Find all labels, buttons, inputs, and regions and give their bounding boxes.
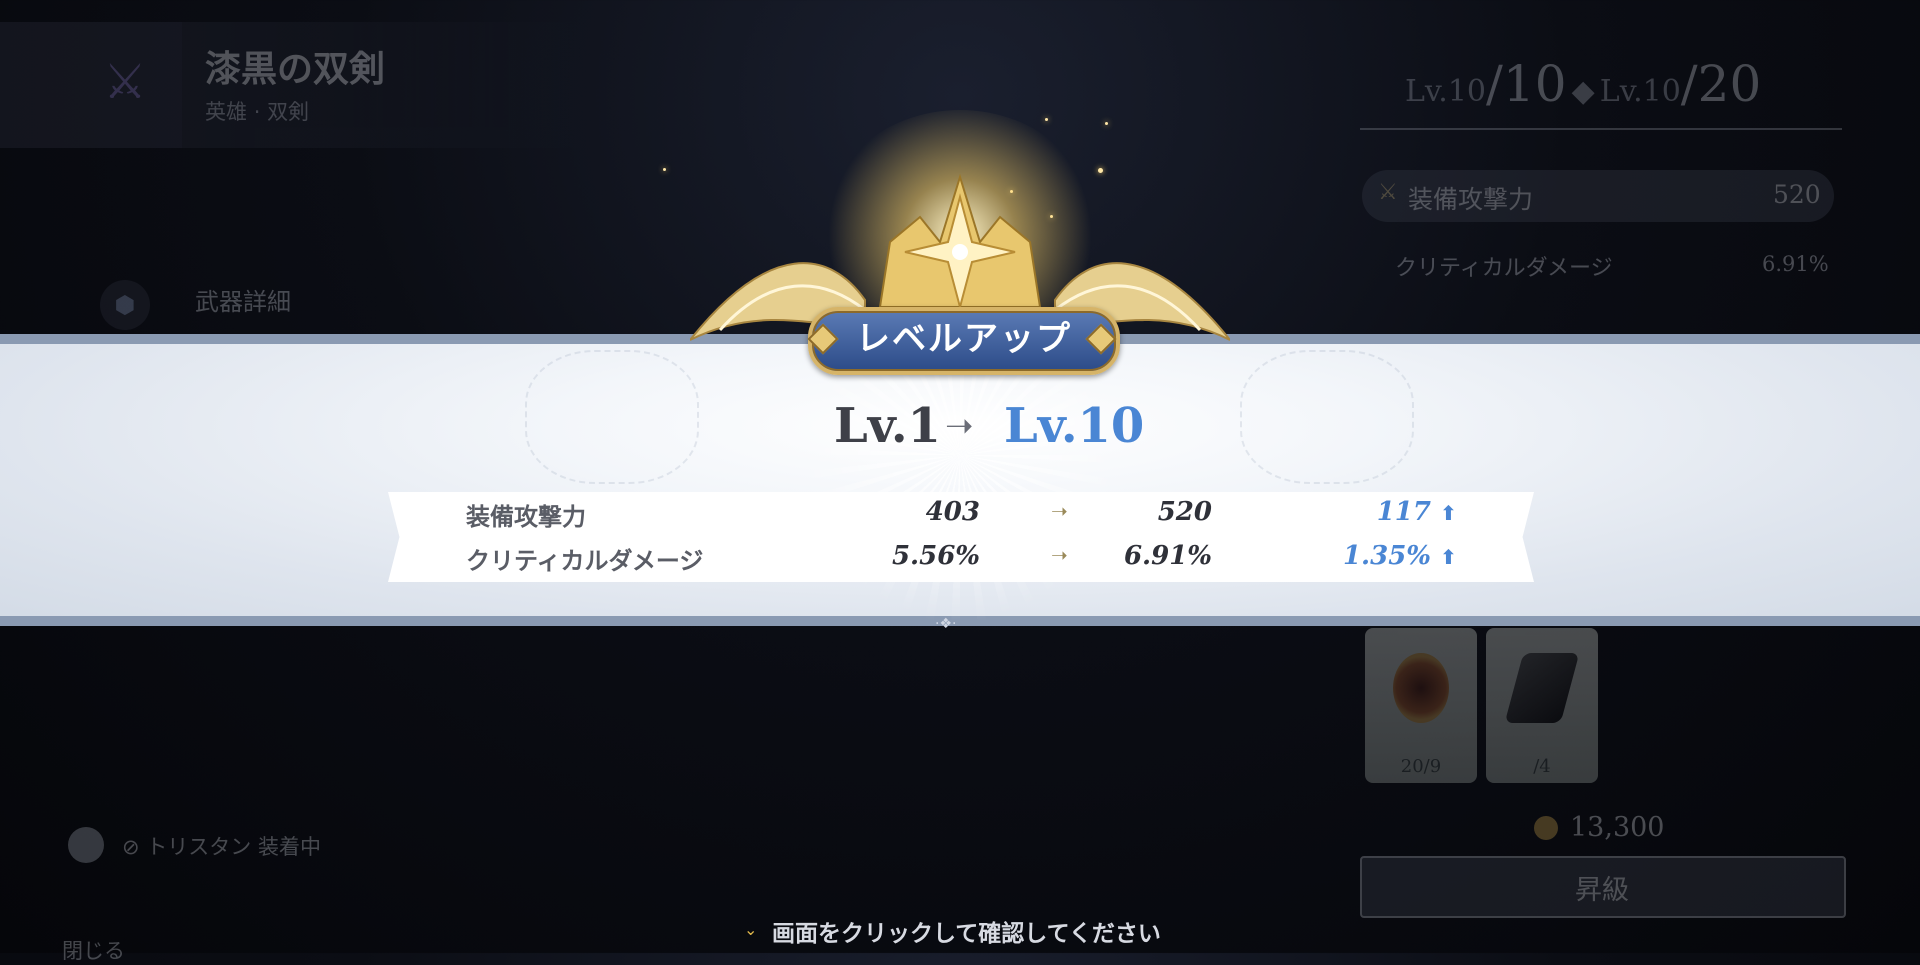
click-to-confirm-hint[interactable]: 画面をクリックして確認してください [772,914,1161,948]
weapon-name: 漆黒の双剣 [205,49,386,90]
up-arrow-icon: ⬆ [1440,545,1457,569]
stat-old-value: 403 [925,497,980,527]
angel-watermark [525,350,699,484]
sword-icon: ⚔ [1378,180,1398,205]
arrow-right-icon: ➝ [1051,499,1068,523]
ingot-icon [1504,653,1580,723]
previous-level: Lv.1 [834,398,941,454]
stat-increase: 1.35% [1342,541,1431,571]
sub-stat-label: クリティカルダメージ [1395,256,1613,281]
new-level: Lv.10 [1004,398,1145,454]
chevron-down-icon: ⌄ [744,920,758,939]
current-level-cap: /10 [1486,55,1567,113]
weapon-rarity: 英雄 [205,100,247,124]
stat-row-crit-damage: クリティカルダメージ 5.56% ➝ 6.91% 1.35% ⬆ [0,541,1920,581]
arrow-right-icon: ➝ [945,406,974,446]
arrow-right-icon: ➝ [1051,543,1068,567]
upgrade-button-label: 昇級 [1575,875,1629,906]
stat-new-value: 520 [1157,497,1212,527]
level-separator: ◆ [1571,74,1595,109]
weapon-detail-button[interactable]: 武器詳細 [195,282,291,317]
weapon-type-separator: · [253,100,261,124]
angel-watermark [1240,350,1414,484]
main-stat-label: 装備攻撃力 [1408,185,1534,214]
stat-old-value: 5.56% [891,541,980,571]
stat-label: クリティカルダメージ [466,547,704,575]
max-level-small: Lv.10 [1599,74,1681,109]
eye-gem-icon [1393,653,1449,723]
main-stat-value: 520 [1773,180,1821,209]
gold-amount: 13,300 [1570,812,1665,843]
stat-label: 装備攻撃力 [466,503,586,531]
material-count: 20/9 [1400,756,1442,777]
star-crown-icon [878,173,1042,311]
weapon-category: 双剣 [267,100,310,124]
stat-increase: 117 [1376,497,1431,527]
ornament-icon: ·❖· [935,616,957,632]
divider [1360,128,1842,130]
level-display: Lv.10/10 ◆ Lv.10/20 [1405,55,1761,113]
stat-new-value: 6.91% [1123,541,1212,571]
max-level-cap: /20 [1680,55,1762,113]
level-up-title: レベルアップ [856,319,1072,359]
weapon-type: 英雄 · 双剣 [205,96,309,126]
sub-stat-value: 6.91% [1762,252,1829,276]
coin-icon [1534,816,1558,840]
current-level-small: Lv.10 [1405,74,1487,109]
equipped-status: ⊘ トリスタン 装着中 [122,835,321,859]
material-slot[interactable]: /4 [1486,628,1598,783]
dual-sword-icon: ⚔ [103,54,147,110]
material-slot[interactable]: 20/9 [1365,628,1477,783]
weapon-detail-icon[interactable]: ⬢ [100,280,150,330]
avatar [68,827,104,863]
up-arrow-icon: ⬆ [1440,501,1457,525]
material-count: /4 [1533,756,1551,777]
stat-row-attack: 装備攻撃力 403 ➝ 520 117 ⬆ [0,497,1920,537]
close-button[interactable]: 閉じる [62,935,125,965]
